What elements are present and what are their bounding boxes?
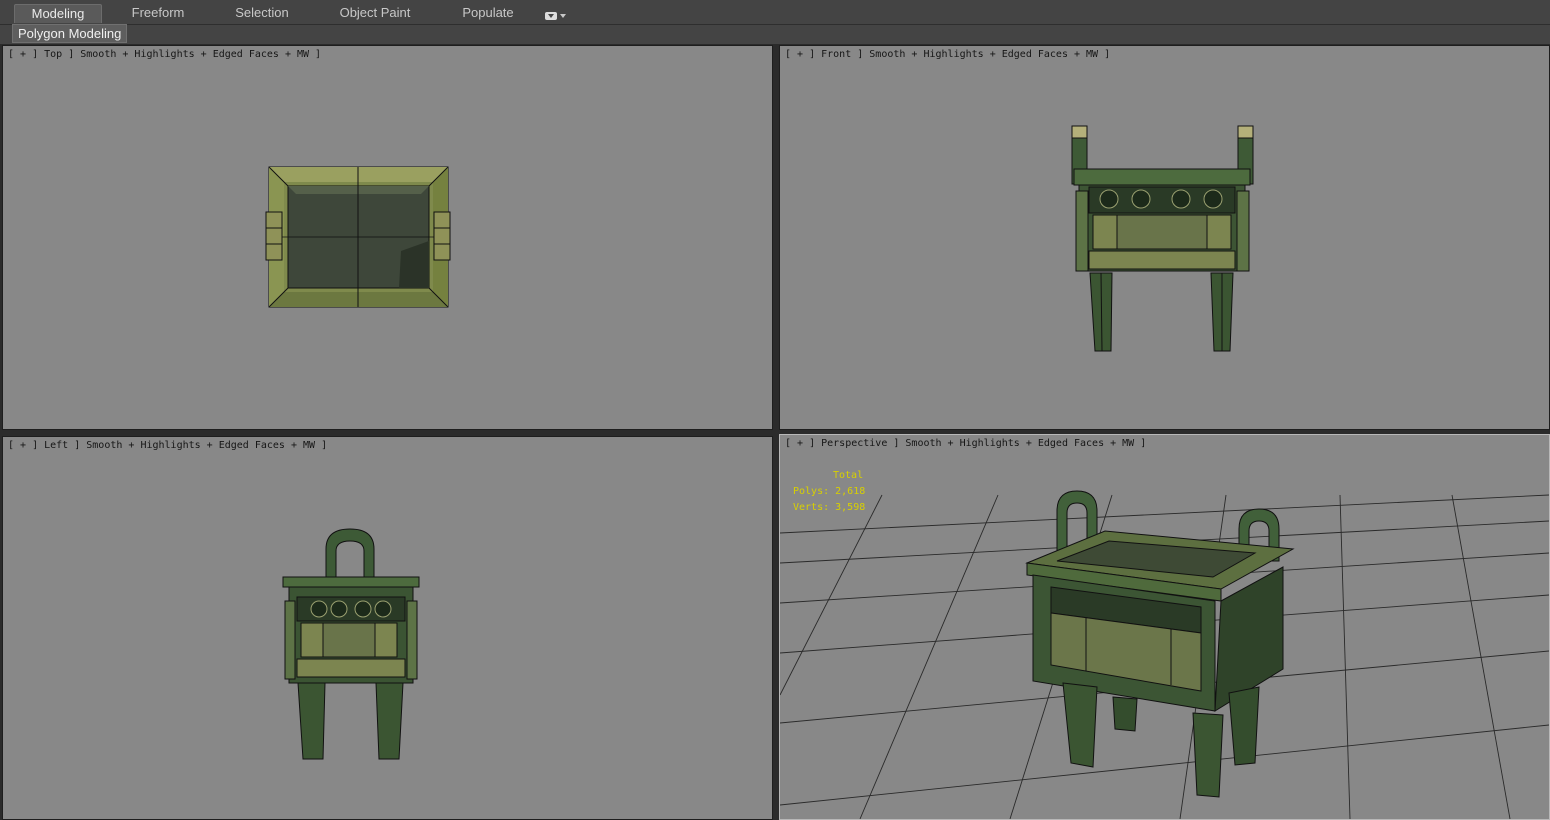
dropdown-pill-icon (544, 11, 557, 20)
ribbon-tab-row: Modeling Freeform Selection Object Paint… (0, 0, 1550, 25)
tab-modeling[interactable]: Modeling (14, 4, 102, 23)
viewport-perspective[interactable]: [ + ] Perspective ] Smooth + Highlights … (779, 434, 1550, 820)
top-view-model (265, 166, 451, 308)
viewport-front[interactable]: [ + ] Front ] Smooth + Highlights + Edge… (779, 45, 1550, 430)
viewport-label-perspective[interactable]: [ + ] Perspective ] Smooth + Highlights … (785, 438, 1146, 449)
stats-polys: Polys: 2,618 (793, 486, 866, 497)
viewport-left[interactable]: [ + ] Left ] Smooth + Highlights + Edged… (2, 436, 773, 820)
tab-populate[interactable]: Populate (450, 4, 526, 22)
viewport-top[interactable]: [ + ] Top ] Smooth + Highlights + Edged … (2, 45, 773, 430)
ribbon-options-button[interactable] (541, 6, 569, 20)
tab-selection[interactable]: Selection (222, 4, 302, 22)
chevron-down-icon (559, 13, 566, 18)
polygon-modeling-panel-button[interactable]: Polygon Modeling (12, 24, 128, 43)
left-view-model (282, 528, 420, 760)
ribbon: Modeling Freeform Selection Object Paint… (0, 0, 1550, 44)
stats-verts: Verts: 3,598 (793, 502, 866, 513)
front-view-model (1071, 125, 1254, 352)
stats-title: Total (833, 470, 864, 481)
tab-freeform[interactable]: Freeform (118, 4, 198, 22)
statistics-overlay: Total Polys: 2,618 Verts: 3,598 (793, 468, 865, 516)
perspective-scene (780, 490, 1549, 819)
tab-object-paint[interactable]: Object Paint (330, 4, 420, 22)
